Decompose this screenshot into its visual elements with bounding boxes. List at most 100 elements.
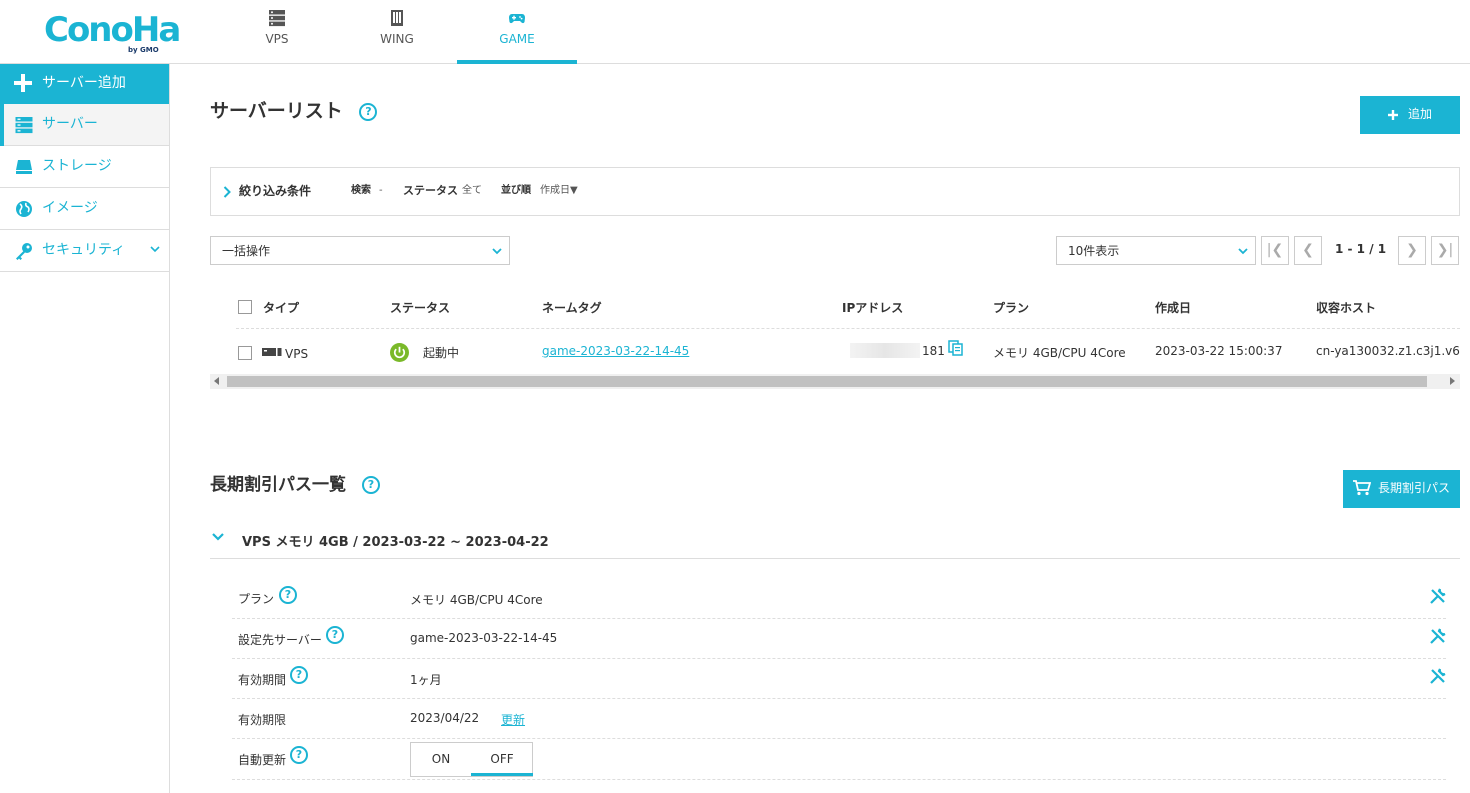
expiry-value: 2023/04/22 (410, 711, 480, 725)
chevron-down-icon (1238, 248, 1248, 255)
last-page-button[interactable]: ❯| (1431, 236, 1459, 265)
power-status-icon (390, 343, 409, 362)
filter-sort-label: 並び順 (501, 185, 531, 196)
row-name-tag-link[interactable]: game-2023-03-22-14-45 (542, 344, 689, 358)
toggle-on-option[interactable]: ON (411, 743, 471, 776)
discount-pass-button[interactable]: 長期割引パス (1343, 470, 1460, 508)
plan-value: メモリ 4GB/CPU 4Core (410, 593, 543, 607)
add-server-label: サーバー追加 (42, 75, 126, 91)
plus-icon (1388, 110, 1398, 120)
scroll-thumb[interactable] (227, 376, 1427, 387)
add-button[interactable]: 追加 (1360, 96, 1460, 134)
chevron-down-icon (212, 533, 224, 541)
detail-label: プラン (238, 590, 274, 607)
period-value: 1ヶ月 (410, 673, 442, 687)
column-header[interactable]: プラン (993, 299, 1029, 316)
tab-game-label: GAME (499, 32, 535, 46)
logo-sub: by GMO (128, 46, 159, 54)
pagination-text: 1 - 1 / 1 (1335, 242, 1387, 256)
cart-icon (1353, 480, 1371, 496)
divider (232, 658, 1446, 659)
chevron-right-icon (223, 186, 231, 198)
toggle-off-option[interactable]: OFF (471, 743, 533, 776)
sidebar-item-security[interactable]: セキュリティ (0, 230, 169, 272)
pass-accordion-header[interactable]: VPS メモリ 4GB / 2023-03-22 ~ 2023-04-22 (210, 522, 1460, 559)
first-page-button[interactable]: |❮ (1261, 236, 1289, 265)
sidebar-item-label: ストレージ (42, 158, 112, 174)
sidebar-item-label: セキュリティ (42, 242, 126, 258)
row-host: cn-ya130032.z1.c3j1.v6 (1316, 344, 1460, 358)
wrench-icon[interactable] (1429, 667, 1447, 685)
globe-icon (16, 201, 32, 217)
sidebar-item-storage[interactable]: ストレージ (0, 146, 169, 188)
tab-game[interactable]: GAME (457, 0, 577, 64)
horizontal-scrollbar[interactable] (210, 374, 1460, 389)
select-all-checkbox[interactable] (238, 300, 252, 314)
column-header[interactable]: ステータス (390, 299, 450, 316)
chevron-down-icon (492, 248, 502, 255)
prev-page-icon: ❮ (1302, 242, 1314, 258)
tab-vps[interactable]: VPS (217, 0, 337, 64)
column-header[interactable]: ネームタグ (542, 299, 602, 316)
help-icon[interactable]: ? (290, 746, 308, 764)
expiry-label: 有効期限 (238, 713, 287, 727)
last-page-icon: ❯| (1436, 242, 1454, 258)
sidebar-item-label: サーバー (42, 116, 98, 132)
plus-icon (14, 74, 32, 92)
help-icon[interactable]: ? (279, 586, 297, 604)
row-status: 起動中 (423, 346, 460, 360)
conoha-logo[interactable]: ConoHa by GMO (44, 10, 181, 54)
building-icon (391, 10, 403, 26)
prev-page-button[interactable]: ❮ (1294, 236, 1322, 265)
scroll-left-icon[interactable] (214, 377, 219, 385)
top-bar: ConoHa by GMO VPS WING GAME (0, 0, 1470, 64)
detail-label: 有効期限 (238, 711, 286, 728)
pass-list-title: 長期割引パス一覧 ? (210, 470, 380, 495)
scroll-right-icon[interactable] (1450, 377, 1455, 385)
filter-search-value: - (379, 185, 383, 196)
page-size-select[interactable]: 10件表示 (1056, 236, 1256, 265)
next-page-button[interactable]: ❯ (1398, 236, 1426, 265)
bulk-action-select[interactable]: 一括操作 (210, 236, 510, 265)
column-header[interactable]: IPアドレス (842, 299, 903, 316)
help-icon[interactable]: ? (326, 626, 344, 644)
row-checkbox[interactable] (238, 346, 252, 360)
tab-wing[interactable]: WING (337, 0, 457, 64)
ip-address-redacted (850, 343, 920, 358)
help-icon[interactable]: ? (290, 666, 308, 684)
auto-renew-label: 自動更新 (238, 753, 287, 767)
tab-vps-label: VPS (265, 32, 289, 46)
filter-status-label: ステータス (403, 184, 458, 197)
help-icon[interactable]: ? (359, 103, 378, 121)
divider (236, 328, 1460, 329)
add-server-button[interactable]: サーバー追加 (0, 64, 169, 104)
target-server-value: game-2023-03-22-14-45 (410, 631, 558, 645)
help-icon[interactable]: ? (361, 476, 380, 494)
renew-link[interactable]: 更新 (501, 711, 525, 728)
target-server-label: 設定先サーバー (238, 633, 322, 647)
discount-pass-label: 長期割引パス (1378, 481, 1451, 495)
sidebar-item-label: イメージ (42, 200, 98, 216)
column-header[interactable]: タイプ (263, 299, 299, 316)
server-rack-icon (269, 10, 285, 27)
filter-label: 絞り込み条件 (239, 184, 312, 198)
detail-label: 自動更新 (238, 751, 286, 768)
storage-icon (16, 160, 32, 174)
logo-text: ConoHa (44, 10, 181, 50)
wrench-icon[interactable] (1429, 627, 1447, 645)
gamepad-icon (509, 14, 525, 24)
chevron-down-icon (150, 246, 160, 253)
sidebar-item-image[interactable]: イメージ (0, 188, 169, 230)
sidebar-item-server[interactable]: サーバー (0, 104, 169, 146)
filter-status-value: 全て (462, 185, 482, 196)
detail-label: 設定先サーバー (238, 631, 322, 648)
filter-sort-value: 作成日▼ (540, 185, 578, 196)
wrench-icon[interactable] (1429, 587, 1447, 605)
bulk-action-value: 一括操作 (222, 244, 271, 258)
copy-icon[interactable] (948, 340, 964, 356)
pass-list-heading: 長期割引パス一覧 (210, 475, 346, 495)
column-header[interactable]: 収容ホスト (1316, 299, 1376, 316)
filter-panel[interactable]: 絞り込み条件 検索 - ステータス 全て 並び順 作成日▼ (210, 167, 1460, 216)
auto-renew-toggle[interactable]: ON OFF (410, 742, 533, 777)
column-header[interactable]: 作成日 (1155, 299, 1191, 316)
